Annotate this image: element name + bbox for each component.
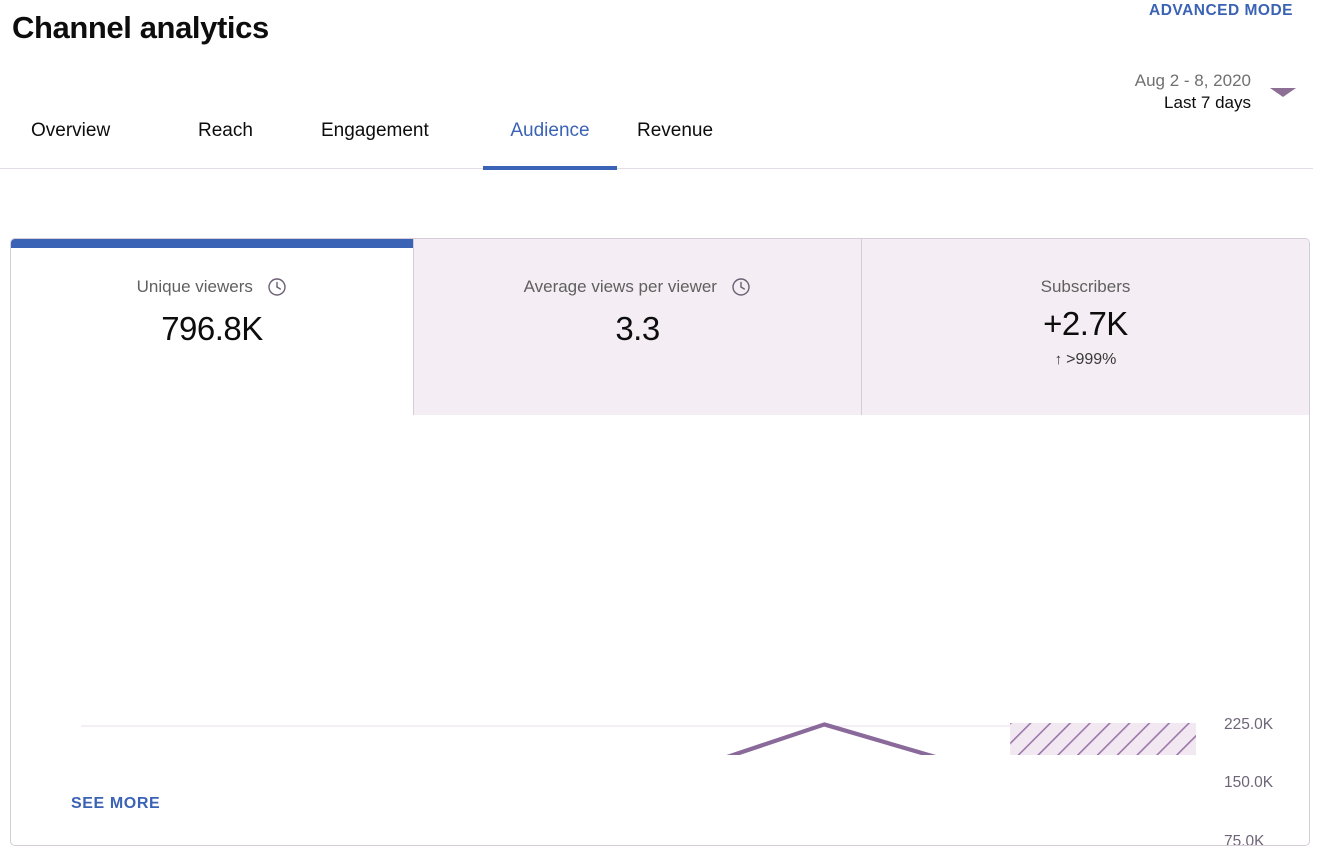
y-axis-tick-label: 150.0K xyxy=(1224,774,1274,792)
metric-header: Average views per viewer xyxy=(414,277,861,302)
tab-label: Audience xyxy=(510,120,590,141)
metric-label: Unique viewers xyxy=(136,277,253,296)
metric-label: Average views per viewer xyxy=(523,277,717,296)
metric-card-average-views-per-viewer[interactable]: Average views per viewer 3.3 xyxy=(413,239,861,415)
metric-card-subscribers[interactable]: Subscribers +2.7K ↑ >999% xyxy=(861,239,1309,415)
metric-delta: ↑ >999% xyxy=(862,351,1309,369)
metric-value: 796.8K xyxy=(161,310,263,347)
tab-overview[interactable]: Overview xyxy=(31,118,110,168)
see-more-link[interactable]: SEE MORE xyxy=(71,795,160,813)
tab-label: Engagement xyxy=(321,120,429,141)
partial-data-region xyxy=(1010,723,1196,845)
date-range-selector[interactable]: Aug 2 - 8, 2020 Last 7 days xyxy=(1135,70,1251,114)
metric-delta-value: >999% xyxy=(1066,351,1117,368)
date-range-text: Aug 2 - 8, 2020 xyxy=(1134,71,1251,90)
metric-label: Subscribers xyxy=(1040,277,1131,296)
metric-header: Subscribers xyxy=(862,277,1309,297)
tab-audience[interactable]: Audience xyxy=(483,118,617,170)
metric-header: Unique viewers xyxy=(11,277,413,302)
tab-label: Revenue xyxy=(637,120,714,141)
metric-value: 3.3 xyxy=(615,310,660,347)
y-axis-tick-label: 225.0K xyxy=(1224,716,1274,733)
tab-label: Reach xyxy=(198,120,253,141)
analytics-tabbar: Overview Reach Engagement Audience Reven… xyxy=(0,118,1313,170)
tab-label: Overview xyxy=(31,120,111,141)
arrow-up-icon: ↑ xyxy=(1054,351,1063,368)
chevron-down-icon[interactable] xyxy=(1270,88,1296,97)
tab-reach[interactable]: Reach xyxy=(198,118,253,168)
page-title: Channel analytics xyxy=(12,10,269,45)
tab-revenue[interactable]: Revenue xyxy=(637,118,713,168)
y-axis-tick-label: 75.0K xyxy=(1224,832,1265,846)
metric-value: +2.7K xyxy=(1043,305,1128,342)
clock-icon xyxy=(731,277,751,302)
metric-card-unique-viewers[interactable]: Unique viewers 796.8K xyxy=(11,239,413,415)
analytics-panel: Unique viewers 796.8K Average views per … xyxy=(10,238,1310,846)
date-preset-text: Last 7 days xyxy=(1164,92,1251,112)
chart-canvas xyxy=(78,722,1199,845)
unique-viewers-line-chart[interactable]: 075.0K150.0K225.0K Aug 2, 2020Aug 3, 202… xyxy=(11,415,1309,845)
clock-icon xyxy=(267,277,287,302)
tab-engagement[interactable]: Engagement xyxy=(321,118,429,168)
advanced-mode-link[interactable]: ADVANCED MODE xyxy=(1149,2,1293,20)
metric-card-row: Unique viewers 796.8K Average views per … xyxy=(11,239,1309,415)
